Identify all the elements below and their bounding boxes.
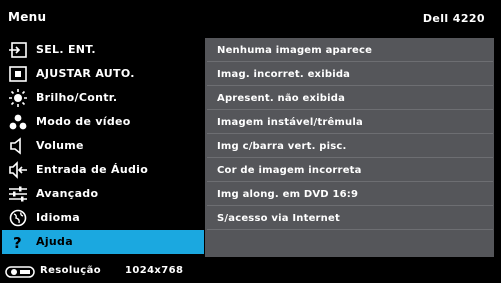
help-item-label: Imag. incorret. exibida — [217, 69, 351, 80]
auto-adjust-icon — [8, 65, 28, 83]
video-mode-icon — [8, 113, 28, 131]
menu-item-auto-adjust[interactable]: AJUSTAR AUTO. — [2, 62, 204, 86]
menu-item-label: Ajuda — [36, 235, 73, 248]
divider — [207, 109, 493, 110]
help-item-label: Nenhuma imagem aparece — [217, 45, 373, 56]
divider — [207, 229, 493, 230]
menu-item-label: Modo de vídeo — [36, 115, 131, 128]
input-source-icon — [8, 41, 28, 59]
menu-item-input-select[interactable]: SEL. ENT. — [2, 38, 204, 62]
menu-item-label: SEL. ENT. — [36, 43, 96, 56]
help-item-label: Imagem instável/trêmula — [217, 117, 363, 128]
help-item-label: Apresent. não exibida — [217, 93, 346, 104]
resolution-value: 1024x768 — [125, 265, 184, 276]
menu-item-label: Avançado — [36, 187, 99, 200]
divider — [207, 205, 493, 206]
osd-menu: Menu Dell 4220 SEL. ENT. AJUSTAR AUTO. B… — [0, 0, 501, 282]
help-item-label: Img along. em DVD 16:9 — [217, 189, 359, 200]
divider — [207, 61, 493, 62]
help-item-label: Img c/barra vert. pisc. — [217, 141, 347, 152]
help-item-no-internet[interactable]: S/acesso via Internet — [207, 208, 493, 230]
menu-item-brightness[interactable]: Brilho/Contr. — [2, 86, 204, 110]
help-item-incorrect-image[interactable]: Imag. incorret. exibida — [207, 64, 493, 86]
menu-item-help[interactable]: ? Ajuda — [2, 230, 204, 254]
menu-item-label: Entrada de Áudio — [36, 163, 149, 176]
sliders-icon — [8, 185, 28, 203]
menu-item-volume[interactable]: Volume — [2, 134, 204, 158]
menu-item-label: Volume — [36, 139, 84, 152]
help-item-dvd-stretched[interactable]: Img along. em DVD 16:9 — [207, 184, 493, 206]
menu-item-language[interactable]: Idioma — [2, 206, 204, 230]
projector-icon — [5, 264, 35, 278]
menu-item-label: Brilho/Contr. — [36, 91, 118, 104]
help-item-incorrect-color[interactable]: Cor de imagem incorreta — [207, 160, 493, 182]
question-icon: ? — [8, 233, 28, 251]
help-item-no-image[interactable]: Nenhuma imagem aparece — [207, 40, 493, 62]
menu-header: Menu Dell 4220 — [0, 0, 501, 34]
speaker-icon — [8, 137, 28, 155]
help-item-presentation-not-shown[interactable]: Apresent. não exibida — [207, 88, 493, 110]
globe-icon — [8, 209, 28, 227]
status-bar: Resolução 1024x768 — [0, 259, 501, 282]
svg-text:?: ? — [13, 234, 22, 251]
help-item-unstable-image[interactable]: Imagem instável/trêmula — [207, 112, 493, 134]
menu-title: Menu — [8, 10, 47, 24]
brightness-icon — [8, 89, 28, 107]
menu-item-label: Idioma — [36, 211, 80, 224]
resolution-label: Resolução — [40, 265, 101, 276]
help-item-label: Cor de imagem incorreta — [217, 165, 362, 176]
projector-model: Dell 4220 — [422, 12, 485, 25]
menu-item-audio-input[interactable]: Entrada de Áudio — [2, 158, 204, 182]
divider — [207, 85, 493, 86]
help-submenu: Nenhuma imagem aparece Imag. incorret. e… — [205, 38, 494, 257]
divider — [207, 157, 493, 158]
menu-item-advanced[interactable]: Avançado — [2, 182, 204, 206]
divider — [207, 181, 493, 182]
help-item-vertical-bar[interactable]: Img c/barra vert. pisc. — [207, 136, 493, 158]
audio-input-icon — [8, 161, 28, 179]
divider — [207, 133, 493, 134]
menu-item-video-mode[interactable]: Modo de vídeo — [2, 110, 204, 134]
menu-item-label: AJUSTAR AUTO. — [36, 67, 135, 80]
main-menu: SEL. ENT. AJUSTAR AUTO. Brilho/Contr. Mo… — [2, 38, 204, 257]
help-item-label: S/acesso via Internet — [217, 213, 340, 224]
